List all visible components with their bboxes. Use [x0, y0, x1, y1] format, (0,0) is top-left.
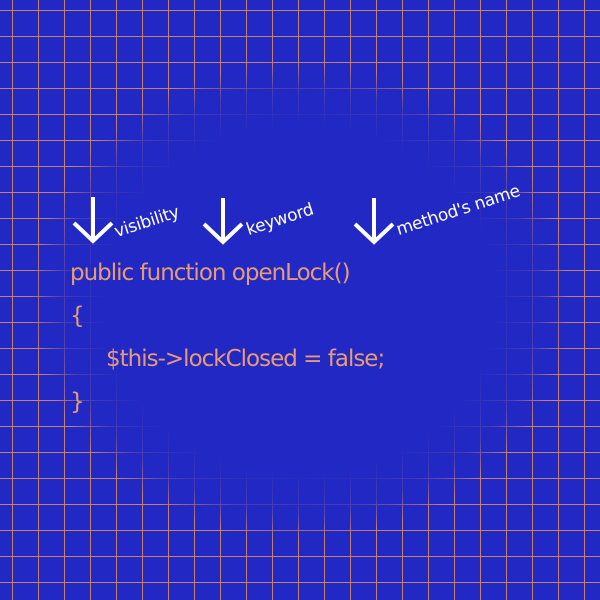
code-signature: public function openLock()	[70, 260, 351, 286]
annotation-label-visibility: visibility	[111, 202, 182, 242]
graphic-canvas: visibility keyword method's name public …	[0, 0, 600, 600]
down-arrow-icon	[200, 196, 246, 246]
code-open-brace: {	[70, 303, 85, 329]
annotation-label-keyword: keyword	[243, 199, 317, 240]
code-close-brace: }	[70, 389, 85, 415]
code-block: public function openLock() { $this->lock…	[70, 252, 385, 424]
down-arrow-icon	[351, 196, 397, 246]
down-arrow-icon	[70, 195, 116, 245]
annotation-label-method-name: method's name	[393, 181, 523, 240]
code-body: $this->lockClosed = false;	[106, 346, 385, 372]
